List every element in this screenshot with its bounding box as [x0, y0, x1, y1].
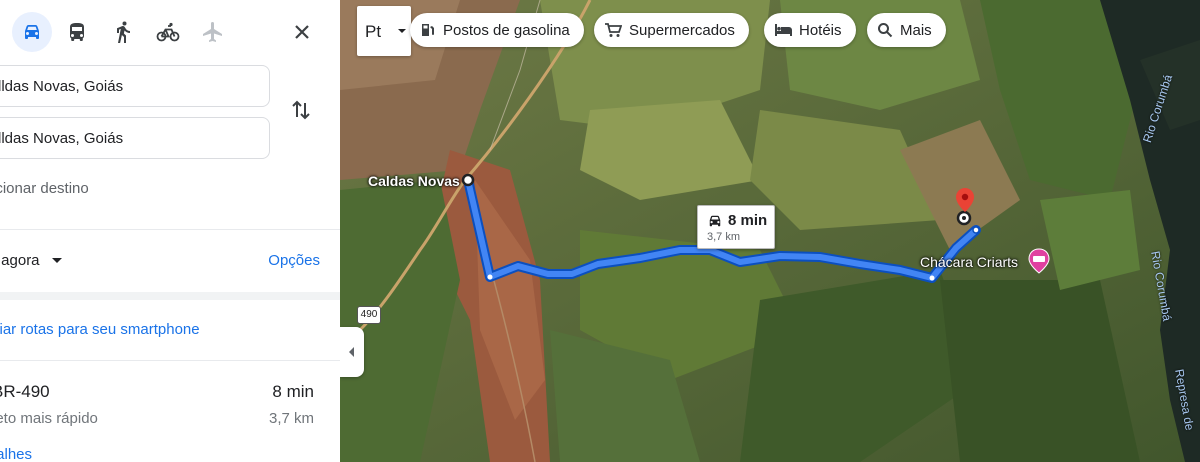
- origin-value: dldas Novas, Goiás: [0, 77, 124, 95]
- chip-gas-stations[interactable]: Postos de gasolina: [410, 13, 584, 47]
- walk-icon: [117, 21, 130, 43]
- flight-icon: [203, 22, 222, 42]
- poi-label[interactable]: Chácara Criarts: [920, 254, 1018, 270]
- origin-label[interactable]: Caldas Novas: [368, 173, 460, 189]
- depart-time-select[interactable]: r agora: [0, 252, 62, 269]
- car-icon: [25, 25, 39, 39]
- chip-label: Postos de gasolina: [443, 21, 570, 39]
- language-button[interactable]: Pt: [357, 6, 411, 56]
- car-icon: [709, 215, 721, 227]
- divider: [0, 229, 340, 230]
- chevron-left-icon: [349, 347, 354, 357]
- chevron-down-icon: [398, 29, 406, 33]
- mode-transit[interactable]: [57, 12, 97, 52]
- depart-label: r agora: [0, 252, 40, 269]
- options-button[interactable]: Opções: [268, 252, 320, 269]
- chip-hotels[interactable]: Hotéis: [764, 13, 856, 47]
- road-shield: 490: [357, 306, 381, 324]
- swap-button[interactable]: [288, 97, 314, 123]
- swap-icon: [292, 100, 310, 120]
- callout-duration: 8 min: [728, 212, 768, 229]
- cart-icon: [605, 23, 622, 37]
- add-destination-link[interactable]: icionar destino: [0, 180, 89, 197]
- route-duration: 8 min: [272, 382, 314, 401]
- mode-cycling[interactable]: [148, 12, 188, 52]
- section-divider: [0, 292, 340, 300]
- gas-station-icon: [422, 24, 434, 36]
- route-details-link[interactable]: talhes: [0, 446, 32, 462]
- bed-icon: [775, 24, 792, 36]
- origin-input[interactable]: dldas Novas, Goiás: [0, 65, 270, 107]
- route-distance: 3,7 km: [268, 410, 314, 427]
- bike-icon: [156, 22, 180, 42]
- mode-driving[interactable]: [12, 12, 52, 52]
- search-icon: [878, 23, 893, 38]
- callout-distance: 3,7 km: [707, 231, 741, 243]
- chip-more[interactable]: Mais: [867, 13, 946, 47]
- divider: [0, 360, 340, 361]
- chip-label: Supermercados: [629, 21, 735, 39]
- route-name[interactable]: BR-490: [0, 382, 50, 402]
- route-subtitle: jeto mais rápido: [0, 410, 98, 427]
- mode-walking[interactable]: [103, 12, 143, 52]
- route-callout[interactable]: 8 min 3,7 km: [697, 205, 775, 249]
- satellite-map[interactable]: Pt Postos de gasolina Supermercados Hoté…: [340, 0, 1200, 462]
- close-directions-button[interactable]: [282, 12, 322, 52]
- transit-icon: [70, 23, 84, 41]
- chip-label: Mais: [900, 21, 932, 39]
- destination-input[interactable]: dldas Novas, Goiás: [0, 117, 270, 159]
- chip-supermarkets[interactable]: Supermercados: [594, 13, 749, 47]
- origin-marker: [461, 173, 475, 187]
- send-to-phone-link[interactable]: viar rotas para seu smartphone: [0, 321, 200, 338]
- chip-label: Hotéis: [799, 21, 842, 39]
- collapse-panel-button[interactable]: [340, 327, 364, 377]
- directions-panel: dldas Novas, Goiás dldas Novas, Goiás ic…: [0, 0, 341, 462]
- language-label: Pt: [365, 22, 382, 41]
- destination-value: dldas Novas, Goiás: [0, 129, 124, 147]
- close-icon: [295, 25, 309, 39]
- chevron-down-icon: [51, 258, 62, 263]
- mode-flight[interactable]: [193, 12, 233, 52]
